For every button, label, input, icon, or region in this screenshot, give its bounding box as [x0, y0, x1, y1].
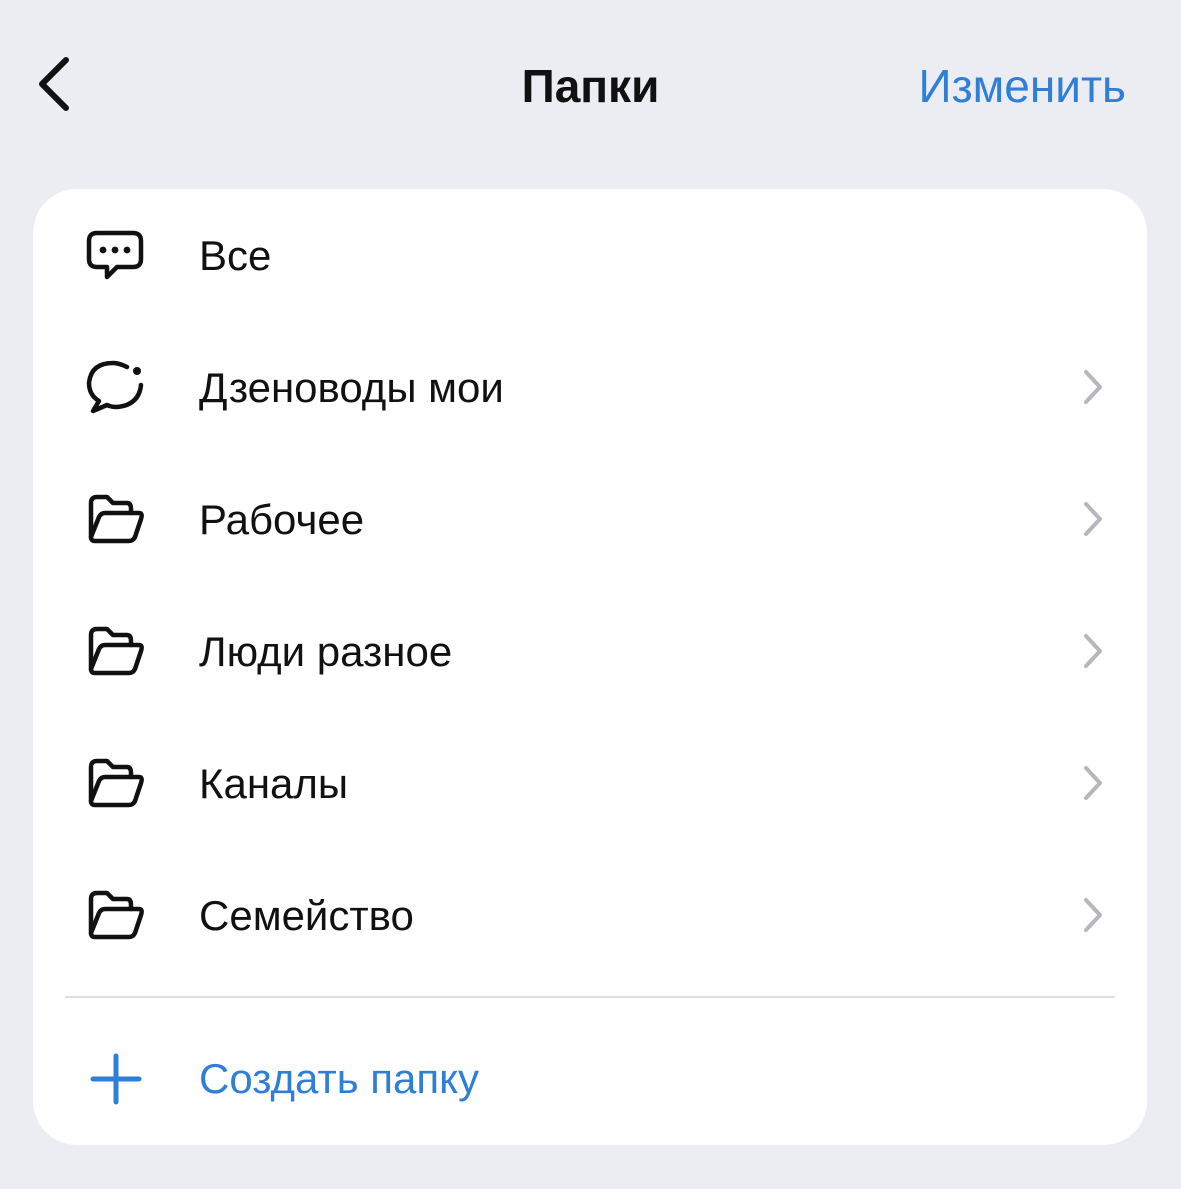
folder-label: Дзеноводы мои	[199, 364, 504, 411]
chevron-right-icon	[1081, 367, 1105, 407]
folders-list: Все Дзеноводы мои Рабочее Люди разное Ка…	[33, 189, 1147, 1145]
divider	[65, 996, 1115, 998]
folder-label: Каналы	[199, 760, 349, 807]
folder-label: Рабочее	[199, 496, 365, 543]
folder-icon	[83, 621, 147, 681]
folder-row-dzenovody[interactable]: Дзеноводы мои	[33, 321, 1147, 453]
folder-row-kanaly[interactable]: Каналы	[33, 717, 1147, 849]
folder-icon	[83, 489, 147, 549]
chat-bubble-icon	[83, 357, 147, 417]
folder-label: Семейство	[199, 892, 414, 939]
chevron-right-icon	[1081, 895, 1105, 935]
folder-row-semeystvo[interactable]: Семейство	[33, 849, 1147, 981]
edit-button[interactable]: Изменить	[919, 58, 1127, 114]
folder-row-lyudi[interactable]: Люди разное	[33, 585, 1147, 717]
plus-icon	[89, 1052, 143, 1106]
folder-label: Люди разное	[199, 628, 453, 675]
chevron-right-icon	[1081, 763, 1105, 803]
folder-label: Все	[199, 232, 272, 279]
chevron-right-icon	[1081, 631, 1105, 671]
chevron-right-icon	[1081, 499, 1105, 539]
create-folder-button[interactable]: Создать папку	[33, 1014, 1147, 1144]
folder-icon	[83, 753, 147, 813]
folder-row-all[interactable]: Все	[33, 189, 1147, 321]
create-folder-label: Создать папку	[199, 1055, 479, 1102]
folder-row-rabochee[interactable]: Рабочее	[33, 453, 1147, 585]
navigation-bar: Папки Изменить	[0, 0, 1181, 175]
folder-icon	[83, 885, 147, 945]
chat-dots-icon	[83, 225, 147, 285]
